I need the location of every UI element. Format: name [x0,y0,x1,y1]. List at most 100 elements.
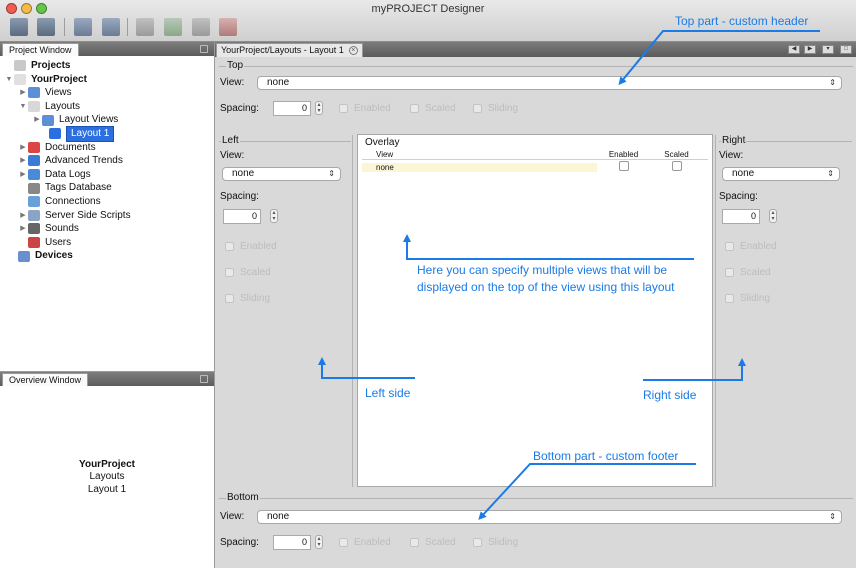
left-spacing-stepper[interactable]: ▴ ▾ [270,209,278,223]
users-icon [28,237,40,249]
top-scaled-checkbox[interactable]: Scaled [410,103,456,114]
tab-next-icon[interactable]: ▶ [804,45,816,54]
tree-item[interactable]: ▼ YourProject [4,73,214,87]
left-spacing-label: Spacing: [220,191,259,202]
tree-item[interactable]: Tags Database [4,181,214,195]
overlay-col-view[interactable]: View [362,150,597,159]
checkbox-label: Scaled [425,537,456,548]
tree-item[interactable]: ▶ Views [4,86,214,100]
bottom-spacing-input[interactable]: 0 [273,535,311,550]
overlay-col-enabled[interactable]: Enabled [597,150,650,159]
left-enabled-checkbox[interactable]: Enabled [225,241,277,252]
editor-tab-bar: YourProject/Layouts - Layout 1 × ◀ ▶ ▾ □ [215,42,856,57]
right-spacing-label: Spacing: [719,191,758,202]
scripts-icon [28,209,40,221]
tree-item[interactable]: Connections [4,195,214,209]
disclosure-triangle-icon[interactable]: ▶ [18,141,28,155]
tree-item[interactable]: ▶ Sounds [4,222,214,236]
tab-list-icon[interactable]: ▾ [822,45,834,54]
left-fieldset: Left [219,135,351,146]
left-divider [352,135,353,487]
scaled-checkbox[interactable] [671,161,682,171]
left-scaled-checkbox[interactable]: Scaled [225,267,271,278]
right-spacing-input[interactable]: 0 [722,209,760,224]
disclosure-triangle-icon[interactable]: ▶ [18,86,28,100]
tree-item[interactable]: ▼ Layouts [4,100,214,114]
save-icon[interactable] [10,18,28,36]
overview-window-tab[interactable]: Overview Window [2,373,89,386]
disclosure-triangle-icon[interactable]: ▼ [18,100,28,114]
tree-item[interactable]: ▶ Layout Views [4,113,214,127]
bottom-view-select[interactable]: none ⇕ [257,510,842,524]
bottom-sliding-checkbox[interactable]: Sliding [473,537,518,548]
pane-menu-icon[interactable] [200,375,208,383]
layout-icon [49,128,61,140]
checkbox-label: Sliding [240,293,271,304]
tree-item[interactable]: ▶ Documents [4,141,214,155]
tab-prev-icon[interactable]: ◀ [788,45,800,54]
overlay-row-view[interactable]: none [362,162,597,172]
enabled-checkbox[interactable] [618,161,629,171]
left-view-select[interactable]: none ⇕ [222,167,341,181]
disclosure-triangle-icon[interactable]: ▶ [18,154,28,168]
tree-item-label: Views [45,87,72,99]
tree-item[interactable]: ▶ Data Logs [4,168,214,182]
bottom-scaled-checkbox[interactable]: Scaled [410,537,456,548]
tree-item-label: Layouts [45,100,81,112]
project-window-tab[interactable]: Project Window [2,43,79,56]
right-spacing-stepper[interactable]: ▴ ▾ [769,209,777,223]
tree-item[interactable]: Projects [4,59,214,73]
top-enabled-checkbox[interactable]: Enabled [339,103,391,114]
bottom-view-value: none [267,511,290,522]
top-sliding-checkbox[interactable]: Sliding [473,103,518,114]
tree-item-label: Documents [45,141,96,153]
top-spacing-input[interactable]: 0 [273,101,311,116]
right-view-select[interactable]: none ⇕ [722,167,840,181]
maximize-pane-icon[interactable]: □ [840,45,852,54]
bottom-view-label: View: [220,511,245,522]
add-icon[interactable] [164,18,182,36]
right-view-value: none [732,168,755,179]
tree-item[interactable]: Users [4,236,214,250]
left-sliding-checkbox[interactable]: Sliding [225,293,270,304]
disclosure-triangle-icon[interactable]: ▶ [18,222,28,236]
delete-icon[interactable] [219,18,237,36]
checkbox-label: Sliding [740,293,771,304]
top-spacing-stepper[interactable]: ▴ ▾ [315,101,323,115]
tree-item[interactable]: Devices [4,249,214,263]
pane-menu-icon[interactable] [200,45,208,53]
top-view-select[interactable]: none ⇕ [257,76,842,90]
duplicate-icon[interactable] [192,18,210,36]
table-row[interactable]: none [362,161,708,173]
overlay-row-scaled[interactable] [650,161,703,173]
cut-icon[interactable] [74,18,92,36]
disclosure-triangle-icon[interactable]: ▶ [32,113,42,127]
editor-tab-layout-1[interactable]: YourProject/Layouts - Layout 1 × [216,43,363,57]
annotation-overlay-line1: Here you can specify multiple views that… [417,263,668,277]
right-fieldset: Right [719,135,852,146]
disclosure-triangle-icon[interactable]: ▶ [18,168,28,182]
tree-item-label: Connections [45,195,101,207]
bottom-enabled-checkbox[interactable]: Enabled [339,537,391,548]
disclosure-triangle-icon[interactable]: ▶ [18,209,28,223]
save-all-icon[interactable] [37,18,55,36]
left-spacing-input[interactable]: 0 [223,209,261,224]
overlay-row-enabled[interactable] [597,161,650,173]
bottom-section: Bottom [219,492,853,566]
tree-item[interactable]: ▶ Server Side Scripts [4,209,214,223]
annotation-left: Left side [365,386,411,400]
overlay-col-scaled[interactable]: Scaled [650,150,703,159]
tree-item[interactable]: ▶ Advanced Trends [4,154,214,168]
copy-icon[interactable] [102,18,120,36]
checkbox-label: Enabled [354,537,391,548]
right-sliding-checkbox[interactable]: Sliding [725,293,770,304]
new-layout-icon[interactable] [136,18,154,36]
right-scaled-checkbox[interactable]: Scaled [725,267,771,278]
bottom-spacing-stepper[interactable]: ▴ ▾ [315,535,323,549]
tree-item-label: Tags Database [45,182,112,194]
tree-item[interactable]: Layout 1 [4,125,214,142]
close-tab-icon[interactable]: × [348,46,358,55]
layout-views-icon [42,114,54,126]
disclosure-triangle-icon[interactable]: ▼ [4,73,14,87]
right-enabled-checkbox[interactable]: Enabled [725,241,777,252]
